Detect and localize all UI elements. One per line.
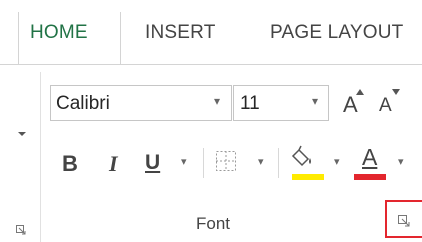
toolbar-separator [203, 148, 204, 178]
chevron-down-icon[interactable]: ▾ [334, 155, 340, 168]
toolbar-separator [278, 148, 279, 178]
tab-separator [120, 12, 121, 64]
fill-bucket-icon [291, 145, 311, 167]
fill-color-button[interactable] [290, 144, 326, 182]
group-separator [40, 72, 41, 242]
chevron-down-icon[interactable]: ▾ [398, 155, 404, 168]
italic-label: I [109, 151, 118, 176]
tab-home[interactable]: HOME [30, 22, 88, 44]
font-color-label: A [362, 144, 378, 170]
bold-button[interactable]: B [56, 146, 84, 180]
previous-group-arrow[interactable] [16, 126, 28, 136]
font-group-label: Font [196, 214, 231, 233]
font-size-value: 11 [240, 93, 260, 114]
fill-color-bar [292, 174, 324, 180]
chevron-down-icon [18, 132, 26, 136]
chevron-down-icon[interactable]: ▾ [258, 155, 264, 168]
grow-font-label: A [343, 92, 358, 117]
dialog-launcher-icon [398, 215, 410, 227]
font-size-combo[interactable]: 11 ▾ [233, 85, 329, 121]
caret-up-icon [356, 89, 364, 95]
dialog-launcher-icon [16, 225, 26, 235]
shrink-font-label: A [379, 95, 392, 116]
font-color-bar [354, 174, 386, 180]
font-dialog-launcher-button[interactable] [398, 214, 412, 228]
borders-button[interactable] [214, 149, 240, 175]
previous-group-launcher-icon[interactable] [16, 222, 26, 235]
font-color-button[interactable]: A [352, 144, 388, 182]
tab-insert[interactable]: INSERT [145, 22, 216, 44]
italic-button[interactable]: I [100, 146, 128, 180]
chevron-down-icon[interactable]: ▾ [214, 94, 220, 108]
shrink-font-button[interactable]: A [376, 86, 404, 120]
chevron-down-icon[interactable]: ▾ [312, 94, 318, 108]
tab-separator [18, 12, 19, 64]
underline-label: U [145, 151, 161, 174]
underline-button[interactable]: U [140, 146, 170, 180]
bold-label: B [62, 151, 78, 176]
chevron-down-icon[interactable]: ▾ [181, 155, 187, 168]
borders-icon [216, 151, 236, 171]
tab-page-layout[interactable]: PAGE LAYOUT [270, 22, 403, 44]
grow-font-button[interactable]: A [340, 86, 368, 120]
caret-down-icon [392, 89, 400, 95]
font-name-value: Calibri [56, 93, 110, 114]
font-name-combo[interactable]: Calibri ▾ [50, 85, 232, 121]
ribbon-border [0, 64, 422, 65]
